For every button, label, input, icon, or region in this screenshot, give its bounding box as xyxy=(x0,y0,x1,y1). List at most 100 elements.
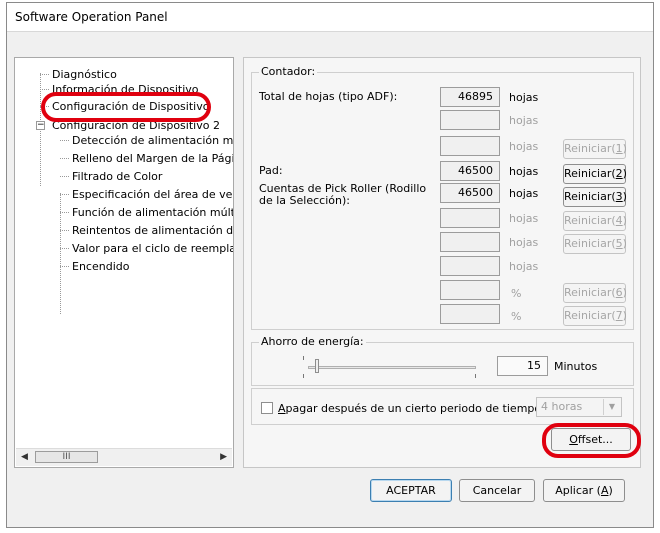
reset-button-2[interactable]: Reiniciar(2) xyxy=(563,164,627,184)
apply-button[interactable]: Aplicar (A) xyxy=(543,479,625,502)
counter-unit: hojas xyxy=(509,260,539,273)
counter-value-empty xyxy=(440,208,500,228)
settings-tree[interactable]: Diagnóstico Información de Dispositivo C… xyxy=(14,57,234,468)
reset-button-end: ) xyxy=(622,190,627,203)
title-bar: Software Operation Panel xyxy=(7,3,653,32)
tree-item-valor-ciclo-reemplazo[interactable]: Valor para el ciclo de reemplaz xyxy=(72,242,233,255)
apply-button-label: Aplicar ( xyxy=(555,484,601,497)
power-off-time-select[interactable]: 4 horas ▼ xyxy=(536,397,622,417)
tree-connector xyxy=(60,194,69,195)
tree-item-informacion-dispositivo[interactable]: Información de Dispositivo xyxy=(52,83,199,96)
offset-button-label: ffset... xyxy=(577,433,613,446)
reset-button-key: 6 xyxy=(615,286,623,299)
tree-connector xyxy=(60,176,69,177)
collapse-icon[interactable]: − xyxy=(36,121,45,130)
counter-label-pad: Pad: xyxy=(259,164,283,177)
counter-group-label: Contador: xyxy=(259,65,318,78)
counter-unit: hojas xyxy=(509,236,539,249)
reset-button-end: ) xyxy=(622,167,627,180)
counter-unit: hojas xyxy=(509,91,539,104)
tree-item-reintentos-alimentacion[interactable]: Reintentos de alimentación de xyxy=(72,224,233,237)
counter-unit: hojas xyxy=(509,187,539,200)
power-off-time-value: 4 horas xyxy=(541,400,583,413)
tree-item-funcion-alimentacion[interactable]: Función de alimentación múltip xyxy=(72,206,233,219)
tree-item-encendido[interactable]: Encendido xyxy=(72,260,129,273)
tree-item-deteccion-alimentacion[interactable]: Detección de alimentación mú xyxy=(72,134,233,147)
energy-slider-thumb[interactable] xyxy=(315,359,319,373)
reset-button-label: Reiniciar( xyxy=(564,286,616,299)
counter-value-empty xyxy=(440,110,500,130)
slider-tick xyxy=(303,374,304,378)
offset-button-key: O xyxy=(569,433,578,446)
counter-value-total: 46895 xyxy=(440,87,500,107)
scroll-right-icon[interactable]: ▶ xyxy=(220,452,227,462)
reset-button-end: ) xyxy=(622,237,627,250)
counter-unit-percent: % xyxy=(511,310,522,323)
reset-button-label: Reiniciar( xyxy=(564,190,616,203)
counter-unit: hojas xyxy=(509,165,539,178)
tree-connector xyxy=(40,89,49,90)
reset-button-key: 3 xyxy=(615,190,623,203)
counter-value-pick-roller: 46500 xyxy=(440,183,500,203)
reset-button-label: Reiniciar( xyxy=(564,167,616,180)
tree-item-configuracion-dispositivo[interactable]: Configuración de Dispositivo xyxy=(52,100,209,113)
counter-unit: hojas xyxy=(509,140,539,153)
tree-connector xyxy=(60,140,69,141)
tree-connector xyxy=(40,106,49,107)
tree-item-configuracion-dispositivo-2[interactable]: Configuración de Dispositivo 2 xyxy=(52,119,220,132)
reset-button-5[interactable]: Reiniciar(5) xyxy=(563,234,627,254)
reset-button-label: Reiniciar( xyxy=(564,237,616,250)
tree-connector xyxy=(60,212,69,213)
tree-item-especificacion-area[interactable]: Especificación del área de ver xyxy=(72,188,233,201)
reset-button-key: 7 xyxy=(615,309,623,322)
power-off-label-text: pagar después de un cierto periodo de ti… xyxy=(285,402,542,415)
reset-button-end: ) xyxy=(622,142,627,155)
reset-button-label: Reiniciar( xyxy=(564,214,616,227)
counter-value-pad: 46500 xyxy=(440,161,500,181)
cancel-button[interactable]: Cancelar xyxy=(459,479,535,502)
reset-button-end: ) xyxy=(622,286,627,299)
horizontal-scrollbar[interactable]: ◀ III ▶ xyxy=(16,448,232,466)
reset-button-4[interactable]: Reiniciar(4) xyxy=(563,211,627,231)
reset-button-6[interactable]: Reiniciar(6) xyxy=(563,283,627,303)
counter-value-empty xyxy=(440,304,500,324)
counter-value-empty xyxy=(440,232,500,252)
tree-connector xyxy=(40,74,49,75)
power-off-checkbox[interactable] xyxy=(261,402,273,414)
tree-item-diagnostico[interactable]: Diagnóstico xyxy=(52,68,117,81)
counter-value-empty xyxy=(440,256,500,276)
counter-label-pick-roller: Cuentas de Pick Roller (Rodillo de la Se… xyxy=(259,182,427,207)
reset-button-key: 1 xyxy=(615,142,623,155)
energy-saving-label: Ahorro de energía: xyxy=(259,335,366,348)
slider-tick xyxy=(303,356,304,360)
counter-value-empty xyxy=(440,136,500,156)
energy-minutes-unit: Minutos xyxy=(554,360,598,373)
tree-item-filtrado-color[interactable]: Filtrado de Color xyxy=(72,170,162,183)
offset-button[interactable]: Offset... xyxy=(551,428,631,451)
reset-button-end: ) xyxy=(622,309,627,322)
energy-slider-track[interactable] xyxy=(308,366,476,369)
reset-button-7[interactable]: Reiniciar(7) xyxy=(563,306,627,326)
scroll-left-icon[interactable]: ◀ xyxy=(21,452,28,462)
power-off-label[interactable]: Apagar después de un cierto periodo de t… xyxy=(278,403,541,415)
tree-connector xyxy=(60,248,69,249)
apply-button-end: ) xyxy=(608,484,613,497)
tree-item-relleno-margen[interactable]: Relleno del Margen de la Pági xyxy=(72,152,233,165)
counter-unit: hojas xyxy=(509,114,539,127)
reset-button-1[interactable]: Reiniciar(1) xyxy=(563,139,627,159)
dropdown-arrow-icon[interactable]: ▼ xyxy=(603,399,620,415)
reset-button-3[interactable]: Reiniciar(3) xyxy=(563,187,627,207)
reset-button-label: Reiniciar( xyxy=(564,309,616,322)
accept-button[interactable]: ACEPTAR xyxy=(370,479,452,502)
slider-tick xyxy=(475,374,476,378)
tree-connector xyxy=(60,266,69,267)
tree-connector xyxy=(60,230,69,231)
window-title: Software Operation Panel xyxy=(15,10,168,24)
counter-label-total: Total de hojas (tipo ADF): xyxy=(259,90,398,103)
scroll-thumb[interactable]: III xyxy=(35,451,98,463)
reset-button-end: ) xyxy=(622,214,627,227)
reset-button-key: 5 xyxy=(615,237,623,250)
power-off-label-key: A xyxy=(278,402,286,415)
counter-unit: hojas xyxy=(509,212,539,225)
counter-unit-percent: % xyxy=(511,287,522,300)
